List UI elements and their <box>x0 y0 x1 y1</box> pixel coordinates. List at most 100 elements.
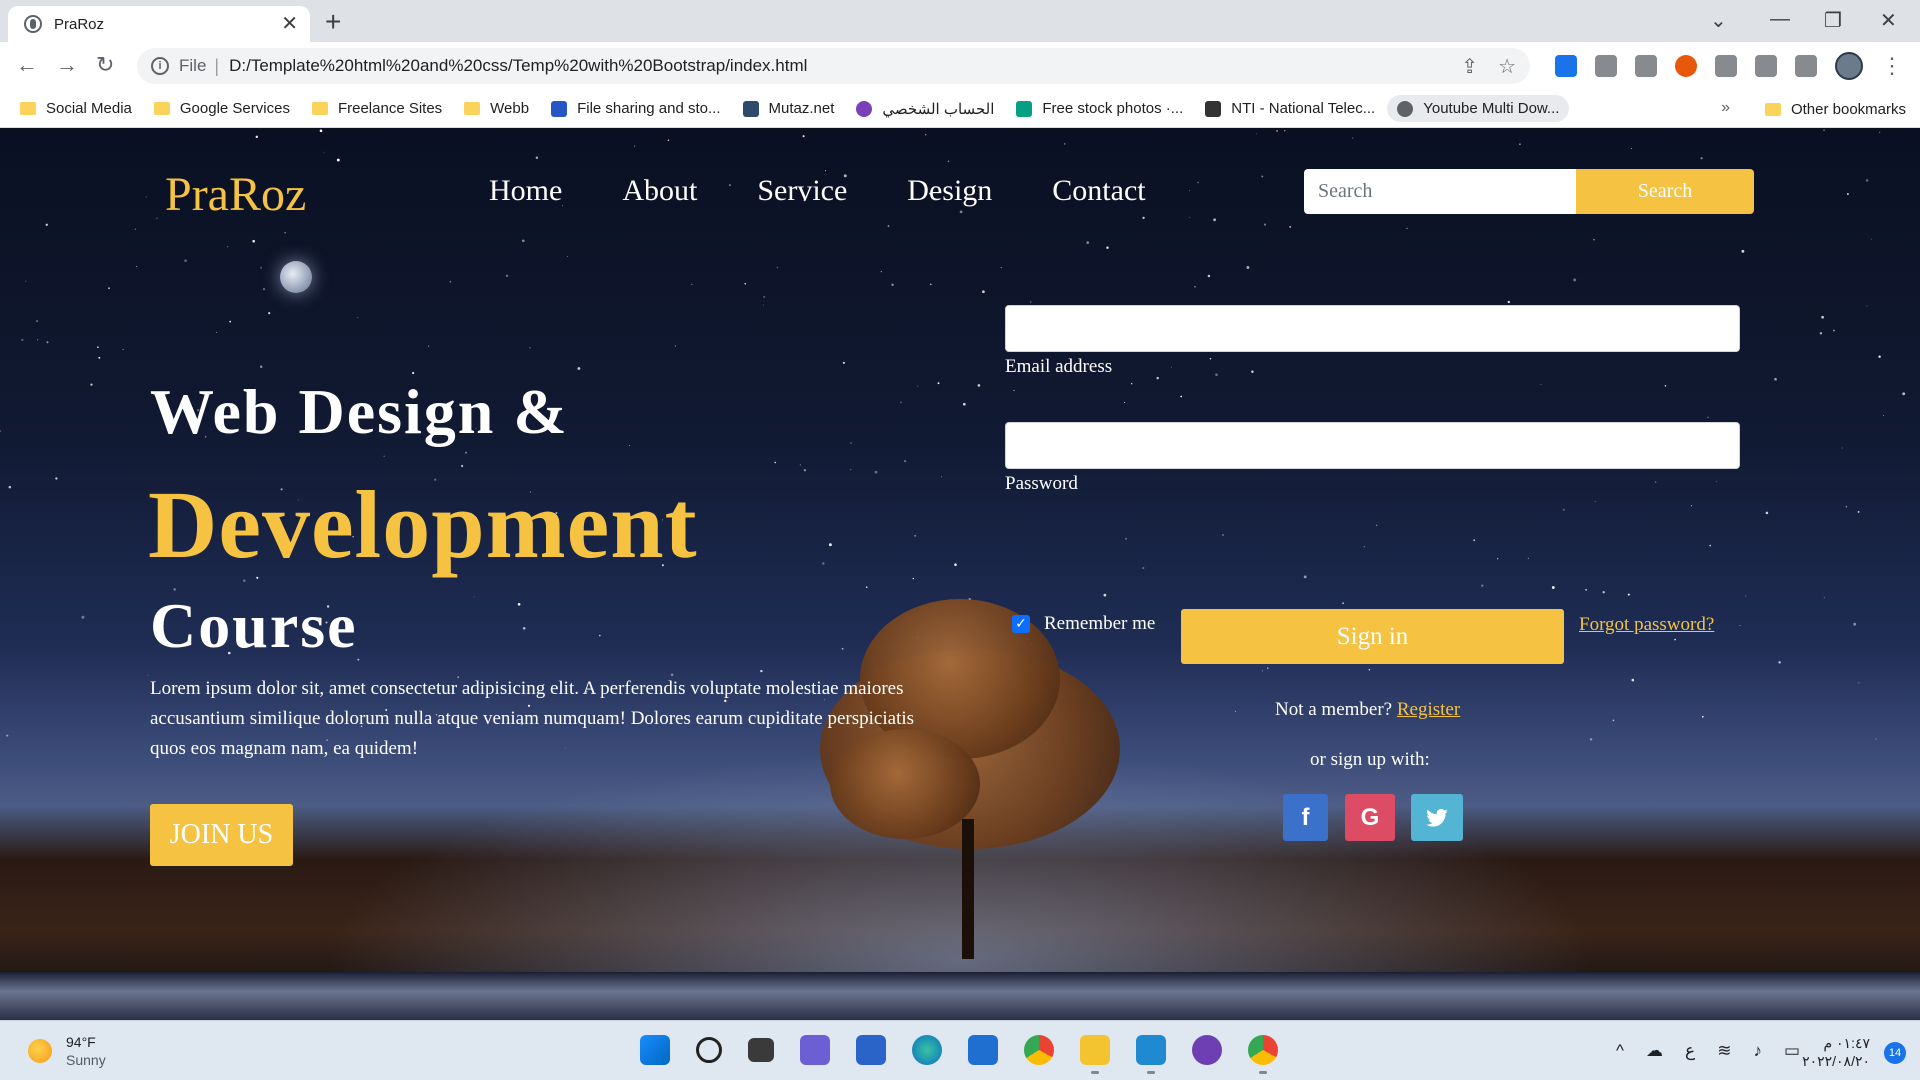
star <box>229 320 232 323</box>
bookmark-file-sharing[interactable]: File sharing and sto... <box>551 100 721 117</box>
checkmark-icon[interactable]: ✓ <box>1012 615 1030 633</box>
info-icon[interactable]: i <box>151 57 169 75</box>
star <box>1507 300 1510 304</box>
nav-service[interactable]: Service <box>757 174 847 208</box>
register-link[interactable]: Register <box>1397 699 1460 720</box>
sign-in-button[interactable]: Sign in <box>1181 609 1564 664</box>
file-explorer-icon[interactable] <box>1080 1035 1110 1074</box>
store-icon[interactable] <box>856 1035 886 1065</box>
media-control-icon[interactable] <box>1755 55 1777 77</box>
chrome-active-icon[interactable] <box>1248 1035 1278 1074</box>
search-button[interactable]: Search <box>1576 169 1754 214</box>
bookmark-youtube-multi[interactable]: Youtube Multi Dow... <box>1387 95 1570 122</box>
search-input[interactable] <box>1304 169 1576 214</box>
bookmark-star-icon[interactable]: ☆ <box>1498 54 1516 79</box>
bookmark-personal-account[interactable]: الحساب الشخصي <box>856 100 994 118</box>
extension-icon[interactable] <box>1595 55 1617 77</box>
vscode-icon[interactable] <box>1136 1035 1166 1074</box>
teams-chat-icon[interactable] <box>800 1035 830 1065</box>
back-button[interactable]: ← <box>16 52 38 78</box>
bookmark-social-media[interactable]: Social Media <box>20 100 132 117</box>
join-us-button[interactable]: JOIN US <box>150 804 293 866</box>
bookmark-nti[interactable]: NTI - National Telec... <box>1205 100 1375 117</box>
star <box>917 385 919 387</box>
google-button[interactable]: G <box>1345 794 1395 841</box>
star <box>1866 305 1868 307</box>
task-view-icon[interactable] <box>748 1038 774 1062</box>
start-windows-icon[interactable] <box>640 1035 670 1065</box>
volume-icon[interactable]: ♪ <box>1753 1041 1762 1061</box>
star <box>1171 366 1172 368</box>
star <box>1707 416 1709 419</box>
notification-badge[interactable]: 14 <box>1884 1042 1906 1064</box>
search-icon[interactable] <box>696 1037 722 1063</box>
clock[interactable]: ٠١:٤٧ م ٢٠٢٢/٠٨/٢٠ <box>1802 1034 1870 1070</box>
star <box>828 543 832 547</box>
star <box>1589 738 1593 741</box>
nav-about[interactable]: About <box>622 174 697 208</box>
github-desktop-icon[interactable] <box>1192 1035 1222 1065</box>
star <box>1700 157 1703 160</box>
star <box>1251 370 1254 373</box>
twitter-button[interactable] <box>1411 794 1463 841</box>
star <box>8 485 12 489</box>
side-panel-icon[interactable] <box>1795 55 1817 77</box>
new-tab-button[interactable]: + <box>325 8 341 36</box>
tab-praroz[interactable]: PraRoz ✕ <box>8 6 310 42</box>
extension-icon[interactable] <box>1635 55 1657 77</box>
star <box>1551 586 1555 589</box>
star <box>156 217 158 219</box>
other-bookmarks[interactable]: Other bookmarks <box>1764 90 1906 128</box>
star <box>25 280 27 282</box>
menu-kebab-icon[interactable]: ⋮ <box>1881 53 1903 79</box>
bookmark-freelance-sites[interactable]: Freelance Sites <box>311 100 442 117</box>
translate-extension-icon[interactable] <box>1555 55 1577 77</box>
remember-me-checkbox[interactable]: ✓ Remember me <box>1012 613 1155 635</box>
edge-icon[interactable] <box>912 1035 942 1065</box>
bookmark-free-stock-photos[interactable]: Free stock photos ·... <box>1016 100 1183 117</box>
chrome-icon[interactable] <box>1024 1035 1054 1065</box>
close-tab-icon[interactable]: ✕ <box>281 14 298 34</box>
forward-button[interactable]: → <box>56 52 78 78</box>
star <box>136 265 138 268</box>
bookmark-google-services[interactable]: Google Services <box>153 100 290 117</box>
wifi-icon[interactable]: ≋ <box>1717 1041 1731 1061</box>
puzzle-icon[interactable] <box>1715 55 1737 77</box>
bookmark-mutaz[interactable]: Mutaz.net <box>742 100 834 117</box>
star <box>1627 593 1630 596</box>
share-icon[interactable]: ⇪ <box>1461 54 1478 79</box>
star <box>383 455 385 457</box>
chevron-up-icon[interactable]: ^ <box>1616 1041 1624 1061</box>
password-field[interactable] <box>1005 422 1740 469</box>
star <box>929 283 932 286</box>
extension-icon[interactable] <box>1675 55 1697 77</box>
nav-contact[interactable]: Contact <box>1052 174 1145 208</box>
nav-home[interactable]: Home <box>489 174 562 208</box>
restore-button[interactable]: ❐ <box>1824 8 1842 33</box>
url-text[interactable]: D:/Template%20html%20and%20css/Temp%20wi… <box>229 56 807 76</box>
address-bar[interactable]: i File | D:/Template%20html%20and%20css/… <box>137 48 1530 84</box>
email-field[interactable] <box>1005 305 1740 352</box>
minimize-button[interactable]: — <box>1770 8 1790 31</box>
bookmark-webb[interactable]: Webb <box>464 100 529 117</box>
star <box>1573 278 1577 282</box>
profile-avatar[interactable] <box>1835 52 1863 80</box>
cloud-icon[interactable]: ☁ <box>1646 1041 1663 1061</box>
more-bookmarks-button[interactable]: » <box>1721 99 1730 117</box>
battery-icon[interactable]: ▭ <box>1784 1041 1800 1061</box>
forgot-password-link[interactable]: Forgot password? <box>1579 614 1714 636</box>
star <box>1406 227 1408 229</box>
facebook-button[interactable]: f <box>1283 794 1328 841</box>
close-window-button[interactable]: ✕ <box>1880 8 1897 33</box>
mail-icon[interactable] <box>968 1035 998 1065</box>
star <box>1878 355 1881 358</box>
star <box>1103 593 1107 597</box>
nav-design[interactable]: Design <box>907 174 992 208</box>
star <box>108 287 110 290</box>
tab-search-icon[interactable]: ⌄ <box>1710 8 1727 33</box>
reload-button[interactable]: ↻ <box>96 52 114 78</box>
weather-widget[interactable]: 94°F Sunny <box>28 1033 106 1069</box>
language-indicator[interactable]: ع <box>1685 1041 1695 1061</box>
brand-logo[interactable]: PraRoz <box>165 167 306 222</box>
star <box>891 283 894 287</box>
